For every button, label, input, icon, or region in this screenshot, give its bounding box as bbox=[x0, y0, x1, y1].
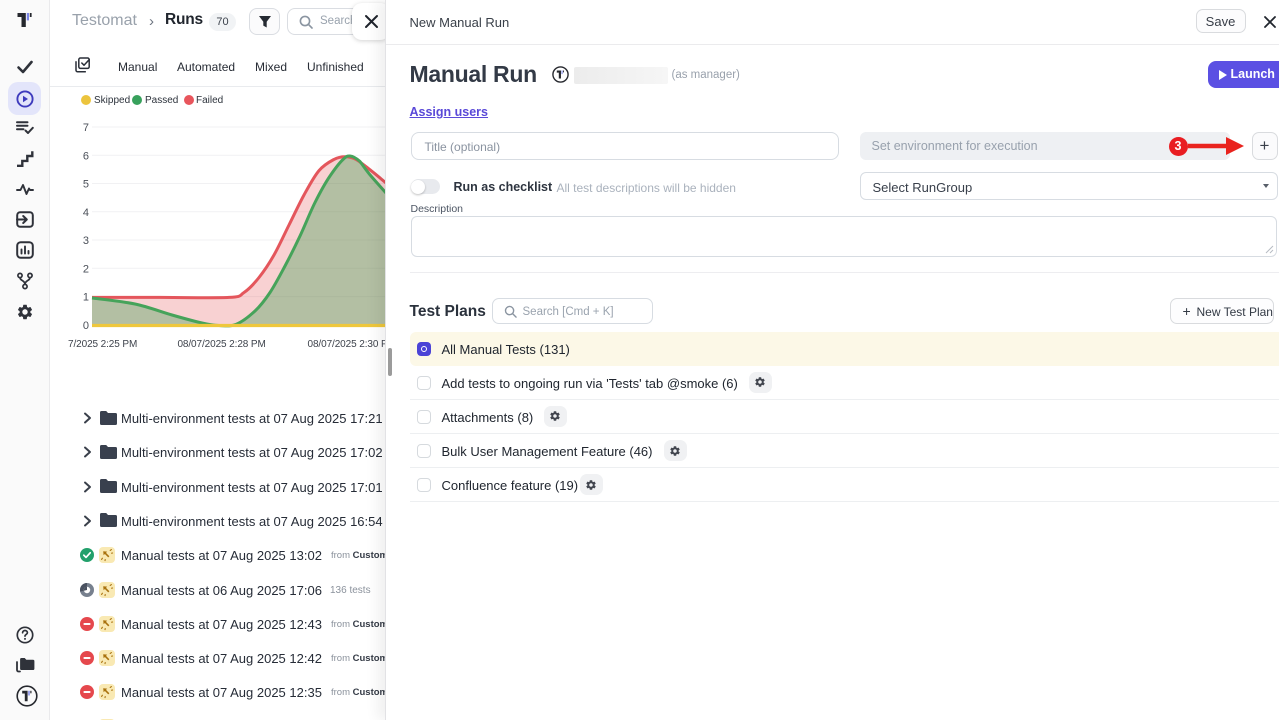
svg-text:7: 7 bbox=[83, 122, 89, 134]
svg-text:7/2025 2:25 PM: 7/2025 2:25 PM bbox=[68, 339, 137, 350]
svg-text:2: 2 bbox=[83, 263, 89, 275]
svg-text:1: 1 bbox=[83, 292, 89, 304]
svg-text:0: 0 bbox=[83, 320, 89, 332]
svg-text:08/07/2025 2:30 PM: 08/07/2025 2:30 PM bbox=[308, 339, 387, 350]
svg-text:5: 5 bbox=[83, 179, 89, 191]
svg-text:4: 4 bbox=[83, 207, 89, 219]
svg-text:3: 3 bbox=[83, 235, 89, 247]
svg-text:6: 6 bbox=[83, 150, 89, 162]
svg-text:08/07/2025 2:28 PM: 08/07/2025 2:28 PM bbox=[177, 339, 265, 350]
